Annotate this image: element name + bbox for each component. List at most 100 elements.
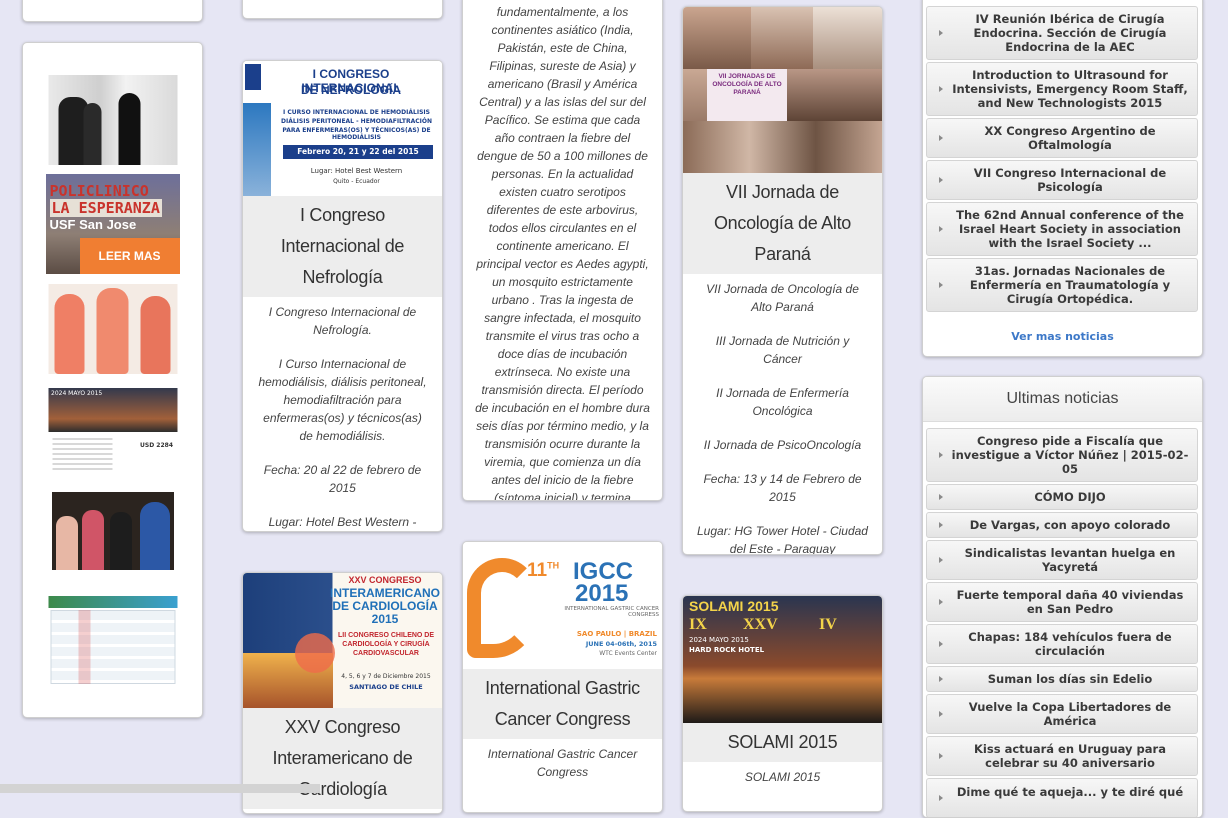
clinic-sign-line2: LA ESPERANZA: [49, 199, 162, 217]
column2-top-card: [242, 0, 443, 19]
event-item[interactable]: XX Congreso Argentino de Oftalmología: [926, 118, 1198, 158]
banner-nefro-line1: I CURSO INTERNACIONAL DE HEMODIÁLISIS: [283, 109, 430, 116]
banner-onco-title: VII JORNADAS DE ONCOLOGÍA DE ALTO PARANÁ: [712, 73, 782, 96]
arrow-right-icon: [939, 711, 943, 717]
horizontal-scrollbar[interactable]: [0, 784, 320, 793]
card-gastric[interactable]: 11TH IGCC 2015 INTERNATIONAL GASTRIC CAN…: [462, 541, 663, 813]
clinic-sign-line1: POLICLINICO: [49, 182, 149, 200]
event-item[interactable]: VII Congreso Internacional de Psicología: [926, 160, 1198, 200]
igcc-num: 11TH: [527, 560, 559, 582]
igcc-city: SAO PAULO | BRAZIL: [576, 630, 657, 638]
card-title[interactable]: VII Jornada de Oncología de Alto Paraná: [683, 173, 882, 274]
arrow-right-icon: [939, 177, 943, 183]
arrow-right-icon: [939, 753, 943, 759]
news-item[interactable]: Congreso pide a Fiscalía que investigue …: [926, 428, 1198, 482]
card-dengue-article: fundamentalmente, a los continentes asiá…: [462, 0, 663, 501]
banner-cardiologia[interactable]: XXV CONGRESO INTERAMERICANO DE CARDIOLOG…: [243, 573, 442, 708]
arrow-right-icon: [939, 557, 943, 563]
hotel-thumb-price: USD 2284: [140, 442, 173, 449]
gallery-flyer-hotel[interactable]: 2024 MAYO 2015 USD 2284: [48, 388, 177, 478]
banner-nefro-line2: DIÁLISIS PERITONEAL - HEMODIAFILTRACIÓN: [281, 118, 432, 125]
news-item-label: De Vargas, con apoyo colorado: [969, 518, 1171, 532]
arrow-right-icon: [939, 86, 943, 92]
card-body: I Congreso Internacional de Nefrología. …: [243, 297, 442, 531]
news-item-label: Kiss actuará en Uruguay para celebrar su…: [974, 742, 1166, 770]
banner-nefro-line3: PARA ENFERMERAS(OS) Y TÉCNICOS(AS) DE HE…: [282, 127, 431, 141]
card-body: SOLAMI 2015: [683, 762, 882, 808]
card-oncologia[interactable]: VII JORNADAS DE ONCOLOGÍA DE ALTO PARANÁ…: [682, 6, 883, 555]
event-item-label: XX Congreso Argentino de Oftalmología: [984, 124, 1156, 152]
news-item[interactable]: CÓMO DIJO: [926, 484, 1198, 510]
banner-oncologia[interactable]: VII JORNADAS DE ONCOLOGÍA DE ALTO PARANÁ: [683, 7, 882, 173]
banner-nefro-sub: DE NEFROLOGÍA: [300, 83, 401, 97]
news-item[interactable]: Sindicalistas levantan huelga en Yacyret…: [926, 540, 1198, 580]
card-text: SOLAMI 2015: [744, 770, 821, 784]
banner-solami-date: 2024 MAYO 2015: [689, 636, 749, 644]
photo-gallery-panel: POLICLINICO LA ESPERANZA USF San Jose LE…: [22, 42, 203, 718]
news-item-label: Congreso pide a Fiscalía que investigue …: [951, 434, 1189, 476]
igcc-num-value: 11: [527, 560, 548, 581]
banner-nefro-place: Lugar: Hotel Best Western: [310, 167, 403, 175]
arrow-right-icon: [939, 641, 943, 647]
news-item[interactable]: De Vargas, con apoyo colorado: [926, 512, 1198, 538]
more-news-link[interactable]: Ver mas noticias: [923, 330, 1202, 343]
arrow-right-icon: [939, 795, 943, 801]
gallery-flyer-schedule[interactable]: [48, 596, 177, 686]
event-item-label: Introduction to Ultrasound for Intensivi…: [952, 68, 1188, 110]
news-item[interactable]: Chapas: 184 vehículos fuera de circulaci…: [926, 624, 1198, 664]
card-nefrologia[interactable]: I CONGRESO INTERNACIONAL DE NEFROLOGÍA I…: [242, 60, 443, 532]
arrow-right-icon: [939, 30, 943, 36]
gallery-photo-pink-dresses[interactable]: [48, 284, 177, 374]
card-title[interactable]: XXV Congreso Interamericano de Cardiolog…: [243, 708, 442, 809]
arrow-right-icon: [939, 599, 943, 605]
banner-cardio-top: XXV CONGRESO: [348, 575, 422, 585]
events-panel: IV Reunión Ibérica de Cirugía Endocrina.…: [922, 0, 1203, 357]
banner-igcc[interactable]: 11TH IGCC 2015 INTERNATIONAL GASTRIC CAN…: [463, 542, 662, 669]
gallery-photo-clinic[interactable]: POLICLINICO LA ESPERANZA USF San Jose LE…: [45, 174, 180, 274]
card-text: Lugar: Hotel Best Western - Quito - Ecua…: [268, 515, 417, 529]
news-item[interactable]: Kiss actuará en Uruguay para celebrar su…: [926, 736, 1198, 776]
banner-cardio-city: SANTIAGO DE CHILE: [349, 683, 423, 691]
banner-solami-hotel: HARD ROCK HOTEL: [689, 646, 765, 654]
news-item[interactable]: Dime qué te aqueja... y te diré qué: [926, 778, 1198, 817]
banner-cardio-sub: LII CONGRESO CHILENO DE CARDIOLOGÍA Y CI…: [337, 632, 435, 657]
news-item-label: Chapas: 184 vehículos fuera de circulaci…: [968, 630, 1172, 658]
card-title[interactable]: International Gastric Cancer Congress: [463, 669, 662, 739]
igcc-sub: INTERNATIONAL GASTRIC CANCER CONGRESS: [564, 606, 659, 618]
event-item[interactable]: 31as. Jornadas Nacionales de Enfermería …: [926, 258, 1198, 312]
news-item-label: Sindicalistas levantan huelga en Yacyret…: [964, 546, 1176, 574]
news-item[interactable]: Suman los días sin Edelio: [926, 666, 1198, 692]
card-body: VII Jornada de Oncología de Alto Paraná …: [683, 274, 882, 555]
card-text: III Jornada de Nutrición y Cáncer: [715, 334, 850, 366]
card-text: I Curso Internacional de hemodiálisis, d…: [258, 357, 427, 443]
hotel-thumb-year: 2024 MAYO 2015: [51, 390, 103, 397]
news-item-label: Fuerte temporal daña 40 viviendas en San…: [956, 588, 1184, 616]
leer-mas-button[interactable]: LEER MAS: [79, 238, 180, 274]
arrow-right-icon: [939, 676, 943, 682]
clinic-sign-line3: USF San Jose: [49, 217, 137, 232]
arrow-right-icon: [939, 282, 943, 288]
banner-solami-roman3: IV: [819, 616, 837, 633]
card-text: VII Jornada de Oncología de Alto Paraná: [706, 282, 859, 314]
card-title[interactable]: SOLAMI 2015: [683, 723, 882, 762]
gallery-photo-group[interactable]: [51, 492, 174, 577]
card-solami[interactable]: SOLAMI 2015 IX XXV IV 2024 MAYO 2015 HAR…: [682, 595, 883, 812]
card-title[interactable]: I Congreso Internacional de Nefrología: [243, 196, 442, 297]
igcc-year: 2015: [575, 580, 629, 607]
card-text: Lugar: HG Tower Hotel - Ciudad del Este …: [697, 524, 868, 555]
banner-cardio-mid: INTERAMERICANO DE CARDIOLOGÍA 2015: [330, 586, 440, 626]
banner-solami[interactable]: SOLAMI 2015 IX XXV IV 2024 MAYO 2015 HAR…: [683, 596, 882, 723]
news-section-title: Ultimas noticias: [923, 377, 1202, 422]
news-item[interactable]: Vuelve la Copa Libertadores de América: [926, 694, 1198, 734]
card-text: Fecha: 20 al 22 de febrero de 2015: [263, 463, 422, 495]
banner-nefrologia[interactable]: I CONGRESO INTERNACIONAL DE NEFROLOGÍA I…: [243, 61, 442, 196]
card-cardiologia[interactable]: XXV CONGRESO INTERAMERICANO DE CARDIOLOG…: [242, 572, 443, 814]
left-top-panel: [22, 0, 203, 22]
event-item[interactable]: IV Reunión Ibérica de Cirugía Endocrina.…: [926, 6, 1198, 60]
card-text: II Jornada de PsicoOncología: [703, 438, 862, 452]
gallery-photo-hall[interactable]: [48, 75, 177, 165]
news-item[interactable]: Fuerte temporal daña 40 viviendas en San…: [926, 582, 1198, 622]
event-item[interactable]: The 62nd Annual conference of the Israel…: [926, 202, 1198, 256]
event-item[interactable]: Introduction to Ultrasound for Intensivi…: [926, 62, 1198, 116]
card-body: International Gastric Cancer Congress: [463, 739, 662, 803]
